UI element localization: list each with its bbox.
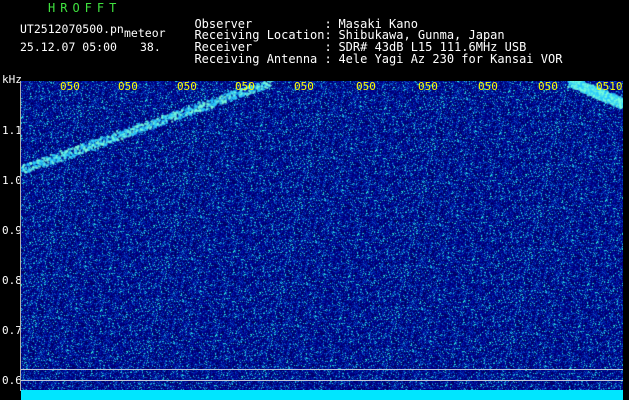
- baseline-bar: [21, 390, 623, 400]
- y-label-1-0: 1.0: [2, 174, 22, 187]
- meteor-count: 38.: [140, 40, 161, 54]
- app-title: HROFFT: [48, 1, 122, 15]
- datetime: 25.12.07 05:00: [20, 40, 117, 54]
- filename-suffix: meteor: [124, 26, 166, 40]
- marker-line-lower: [21, 380, 623, 381]
- info-antenna: Receiving Antenna:4ele Yagi Az 230 for K…: [180, 41, 562, 65]
- info-value: 4ele Yagi Az 230 for Kansai VOR: [338, 52, 563, 66]
- time-tick: 050: [118, 80, 138, 93]
- time-tick: 050: [60, 80, 80, 93]
- info-label: Receiving Antenna: [194, 52, 318, 66]
- time-tick: 050: [538, 80, 558, 93]
- time-tick: 050: [478, 80, 498, 93]
- time-tick: 050: [418, 80, 438, 93]
- colon: :: [324, 52, 332, 66]
- y-label-0-9: 0.9: [2, 224, 22, 237]
- marker-line-upper: [21, 369, 623, 370]
- time-tick: 050: [356, 80, 376, 93]
- filename: UT2512070500.pn: [20, 22, 124, 36]
- y-label-0-7: 0.7: [2, 324, 22, 337]
- y-label-1-1: 1.1: [2, 124, 22, 137]
- time-tick: 0510: [596, 80, 623, 93]
- y-axis-unit: kHz: [2, 73, 22, 86]
- time-tick: 050: [294, 80, 314, 93]
- y-label-0-6: 0.6: [2, 374, 22, 387]
- time-tick: 050: [177, 80, 197, 93]
- y-label-0-8: 0.8: [2, 274, 22, 287]
- spectrogram: [21, 81, 623, 390]
- time-tick: 050: [235, 80, 255, 93]
- spectrogram-canvas: [21, 81, 623, 390]
